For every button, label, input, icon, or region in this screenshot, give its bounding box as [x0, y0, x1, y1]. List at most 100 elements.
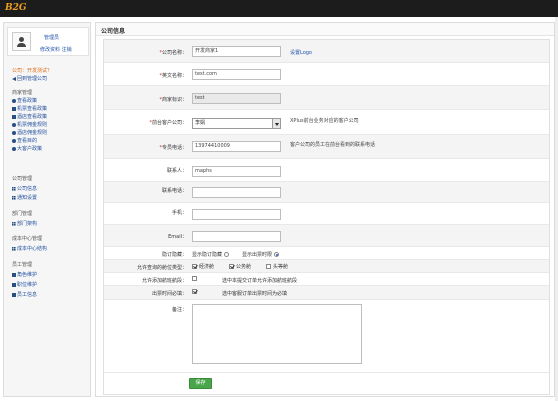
avatar	[12, 32, 31, 51]
en-name-label: *英文名称：	[159, 73, 187, 79]
row-email: Email：	[104, 225, 549, 247]
circle-icon	[12, 98, 16, 103]
app-logo[interactable]: B2G	[5, 3, 27, 13]
chevron-down-icon[interactable]	[272, 119, 280, 128]
user-icon	[12, 292, 16, 297]
sidebar-item-flight-commission[interactable]: 机票佣金规则	[12, 121, 47, 128]
sidebar-item-hotel-policy[interactable]: 酒店查看政策	[12, 113, 47, 120]
group-title-company: 公司管理	[12, 176, 33, 182]
row-add-flight: 允许添加航班航段： 选中本提交订单允许添加航班航段	[104, 273, 549, 286]
parent-company-label: *前台客户公司：	[149, 120, 187, 126]
circle-icon	[12, 146, 16, 151]
sidebar-item-destination[interactable]: 查看目的	[12, 137, 37, 144]
phone-input[interactable]: 13974410009	[192, 141, 281, 152]
row-phone: *专员电话： 13974410009 客户公司的员工在前台看到的联系电话	[104, 135, 549, 159]
email-label: Email：	[168, 234, 187, 240]
row-company-name: *公司名称： 开发商家1 设置Logo	[104, 40, 549, 63]
checkbox-business[interactable]	[229, 264, 234, 269]
row-ticket-time: 出票时间必填： 选中客服订单出票时间为必填	[104, 286, 549, 300]
page-title: 公司信息	[101, 28, 126, 35]
row-contact-phone: 联系电话：	[104, 182, 549, 203]
mobile-input[interactable]	[192, 209, 281, 220]
main-panel: 公司信息 *公司名称： 开发商家1 设置Logo *英文名称： test.com…	[95, 22, 555, 397]
group-title-merchant: 商家管理	[12, 90, 33, 96]
cabin-economy[interactable]: 经济舱	[192, 263, 214, 270]
circle-icon	[12, 130, 16, 135]
parent-company-note: XPlus前台业务对应的客户公司	[290, 118, 359, 124]
remark-label: 备注：	[171, 307, 187, 313]
contact-label: 联系人：	[166, 168, 187, 174]
row-remark: 备注：	[104, 300, 549, 373]
radio-2[interactable]	[274, 252, 280, 257]
group-title-department: 部门管理	[12, 211, 33, 217]
en-name-input[interactable]: test.com	[192, 69, 281, 80]
row-display: 隐订隐藏： 显示隐订隐藏 显示出票时限	[104, 247, 549, 260]
display-label: 隐订隐藏：	[161, 252, 187, 258]
row-en-name: *英文名称： test.com	[104, 63, 549, 86]
group-title-cost-center: 成本中心管理	[12, 236, 43, 242]
merchant-id-input: test	[192, 93, 281, 104]
switch-company-link[interactable]: 回到管理公司	[12, 75, 47, 82]
sidebar-item-company-info[interactable]: 公司信息	[12, 185, 37, 192]
circle-icon	[12, 138, 16, 143]
circle-icon	[12, 122, 16, 127]
add-flight-label: 允许添加航班航段：	[141, 278, 187, 284]
phone-note: 客户公司的员工在前台看到的联系电话	[290, 142, 376, 148]
ticket-time-text: 选中客服订单出票时间为必填	[222, 291, 288, 297]
add-flight-option[interactable]	[192, 276, 199, 282]
user-icon	[12, 282, 16, 287]
cabin-business[interactable]: 公务舱	[229, 263, 251, 270]
add-flight-text: 选中本提交订单允许添加航班航段	[222, 278, 298, 284]
logout-link[interactable]: 注销	[62, 47, 72, 53]
display-option-1[interactable]: 显示隐订隐藏	[192, 251, 231, 258]
user-name: 管理员	[44, 35, 60, 41]
row-mobile: 手机：	[104, 203, 549, 225]
display-option-2[interactable]: 显示出票时限	[242, 251, 281, 258]
save-button[interactable]: 保存	[189, 378, 212, 389]
sidebar-item-positions[interactable]: 职位维护	[12, 281, 37, 288]
parent-company-select[interactable]: 李娟	[192, 118, 281, 129]
user-links: 修改资料 注销	[40, 46, 72, 53]
sidebar-item-roles[interactable]: 角色维护	[12, 271, 37, 278]
sidebar-item-staff[interactable]: 员工信息	[12, 291, 37, 298]
company-form: *公司名称： 开发商家1 设置Logo *英文名称： test.com *商家标…	[103, 39, 550, 395]
top-bar: B2G	[0, 0, 558, 17]
contact-phone-input[interactable]	[192, 187, 281, 198]
contact-phone-label: 联系电话：	[161, 188, 187, 194]
row-contact: 联系人： maphs	[104, 159, 549, 182]
sidebar-item-dept-structure[interactable]: 部门架构	[12, 220, 37, 227]
radio-1[interactable]	[224, 252, 230, 257]
sidebar-item-flight-policy[interactable]: 机票查看政策	[12, 105, 47, 112]
checkbox-add-flight[interactable]	[192, 276, 197, 281]
ticket-time-label: 出票时间必填：	[151, 291, 187, 297]
grid-icon	[12, 221, 16, 226]
edit-profile-link[interactable]: 修改资料	[40, 47, 60, 53]
company-name-label: *公司名称：	[159, 50, 187, 56]
set-logo-link[interactable]: 设置Logo	[290, 49, 312, 56]
checkbox-economy[interactable]	[192, 264, 197, 269]
sidebar-item-notify[interactable]: 通知设置	[12, 194, 37, 201]
sidebar-item-policy[interactable]: 查看政策	[12, 97, 37, 104]
ticket-time-option[interactable]	[192, 289, 199, 295]
company-name-input[interactable]: 开发商家1	[192, 46, 281, 57]
remark-textarea[interactable]	[192, 304, 362, 364]
mobile-label: 手机：	[171, 210, 187, 216]
row-parent-company: *前台客户公司： 李娟 XPlus前台业务对应的客户公司	[104, 110, 549, 135]
checkbox-first[interactable]	[266, 264, 271, 269]
merchant-id-label: *商家标识：	[159, 97, 187, 103]
sidebar-item-vip-policy[interactable]: 大客户政策	[12, 145, 42, 152]
cabin-label: 允许查询的舱位类型：	[136, 265, 187, 271]
sidebar-item-cost-structure[interactable]: 成本中心结构	[12, 245, 47, 252]
cabin-first[interactable]: 头等舱	[266, 263, 288, 270]
email-input[interactable]	[192, 231, 281, 242]
sidebar-item-hotel-commission[interactable]: 酒店佣金规则	[12, 129, 47, 136]
row-cabin: 允许查询的舱位类型： 经济舱 公务舱 头等舱	[104, 260, 549, 273]
contact-input[interactable]: maphs	[192, 166, 281, 177]
checkbox-ticket-time[interactable]	[192, 289, 197, 294]
group-title-staff: 员工管理	[12, 262, 33, 268]
sidebar: 管理员 修改资料 注销 公司：开发测试？ 回到管理公司 商家管理 查看政策 机票…	[3, 22, 91, 397]
back-arrow-icon	[12, 76, 16, 81]
hotel-icon	[12, 114, 16, 119]
grid-icon	[12, 195, 16, 200]
user-icon	[12, 272, 16, 277]
